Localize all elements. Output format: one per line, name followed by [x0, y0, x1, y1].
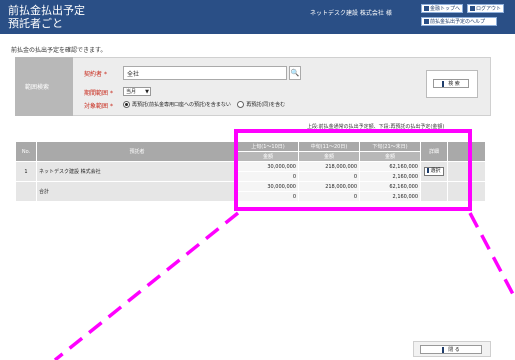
- callout-line-left: [53, 211, 240, 360]
- callout-lines: [53, 211, 515, 360]
- close-button-label: 閉 る: [448, 347, 460, 353]
- close-button[interactable]: 閉 る: [420, 345, 482, 354]
- button-bar-icon: [442, 346, 445, 353]
- callout-line-right: [468, 212, 515, 299]
